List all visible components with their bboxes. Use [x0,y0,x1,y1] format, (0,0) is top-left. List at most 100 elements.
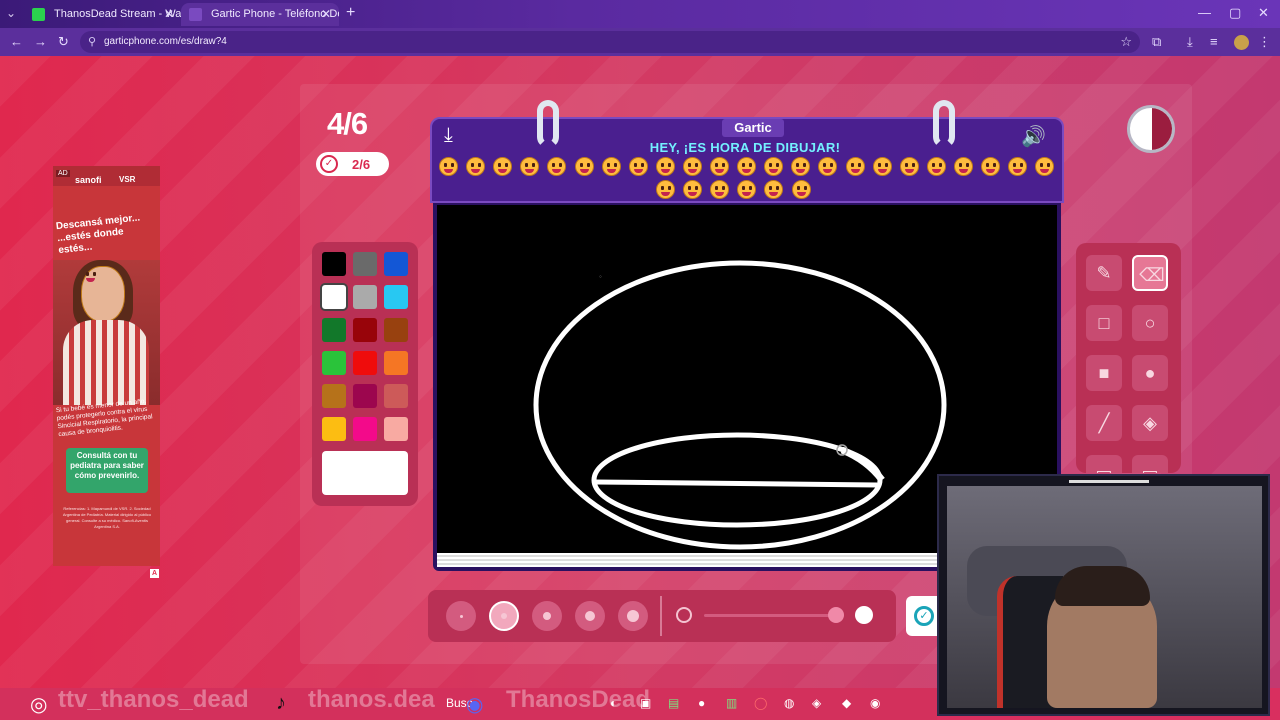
color-swatch[interactable] [322,417,346,441]
player-face-icon [628,157,648,176]
more-tools-tool[interactable]: ▭ [1132,455,1168,473]
color-swatch[interactable] [384,252,408,276]
kick-favicon-icon [32,8,45,21]
ellipse-outline-tool[interactable]: ○ [1132,305,1168,341]
maximize-icon[interactable]: ▢ [1229,5,1241,21]
players-faces-row [437,157,1057,199]
color-swatch[interactable] [322,318,346,342]
brush-size-dot-icon [501,613,507,619]
close-window-icon[interactable]: ✕ [1258,5,1269,21]
excel-taskbar-icon[interactable]: ▤ [668,696,679,710]
color-swatch[interactable] [353,318,377,342]
ad-cta-button[interactable]: Consultá con tu pediatra para saber cómo… [66,448,148,493]
done-button[interactable]: ✓ [906,596,940,636]
url-text[interactable]: garticphone.com/es/draw?4 [104,36,227,47]
player-face-icon [764,157,784,176]
opacity-slider-knob[interactable] [828,607,844,623]
submitted-counter: ✓ 2/6 [316,152,389,176]
brush-settings-bar [428,590,896,642]
more-tools-tool[interactable]: ▭ [1086,455,1122,473]
brush-size-button[interactable] [575,601,605,631]
opacity-slider[interactable] [704,614,844,617]
extensions-icon[interactable]: ⧉ [1152,34,1161,50]
theme-toggle-button[interactable] [1127,105,1175,153]
close-tab-icon[interactable]: ✕ [164,3,174,26]
sound-icon[interactable]: 🔊 [1021,124,1046,149]
tab-thanosdead-stream[interactable]: ThanosDead Stream - Watch Li ✕ [24,3,182,26]
steam-taskbar-icon[interactable]: ◈ [812,696,821,710]
color-swatch[interactable] [322,285,346,309]
reading-list-icon[interactable]: ≡ [1210,34,1218,49]
spreadsheet-taskbar-icon[interactable]: ▥ [726,696,737,710]
sidebar-ad[interactable]: AD sanofi VSR Descansá mejor... ...estés… [53,166,160,566]
brush-size-button[interactable] [618,601,648,631]
tab-search-icon[interactable]: ⌄ [6,6,16,20]
color-swatch[interactable] [384,417,408,441]
color-swatch[interactable] [353,285,377,309]
rectangle-outline-tool[interactable]: □ [1086,305,1122,341]
ellipse-filled-tool[interactable]: ● [1132,355,1168,391]
app-taskbar-icon[interactable]: ◆ [842,696,851,710]
discord-taskbar-icon[interactable]: ◉ [870,696,880,710]
brush-size-dot-icon [585,611,595,621]
site-info-icon[interactable]: ⚲ [88,35,96,48]
tiktok-icon: ♪ [276,692,286,714]
bookmark-star-icon[interactable]: ☆ [1120,34,1132,50]
forward-icon[interactable]: → [34,34,47,49]
player-face-icon [845,157,865,176]
line-tool[interactable]: ╱ [1086,405,1122,441]
opera-taskbar-icon[interactable]: ◯ [754,696,767,710]
color-swatch[interactable] [384,285,408,309]
profile-avatar[interactable] [1234,35,1249,50]
fill-bucket-icon: ◈ [1143,413,1157,433]
app-taskbar-icon[interactable]: ▣ [640,696,651,710]
color-swatch[interactable] [353,417,377,441]
brush-size-button[interactable] [532,601,562,631]
color-swatch[interactable] [353,384,377,408]
webcam-overlay [937,474,1270,716]
more-tools-icon: ▭ [1095,463,1113,473]
address-bar[interactable]: ⚲ garticphone.com/es/draw?4 ☆ [80,31,1140,53]
reload-icon[interactable]: ↻ [58,34,69,50]
pencil-tool[interactable]: ✎ [1086,255,1122,291]
download-drawing-icon[interactable]: ⤓ [444,124,453,147]
color-swatch[interactable] [384,318,408,342]
eraser-tool[interactable]: ⌫ [1132,255,1168,291]
fill-bucket-tool[interactable]: ◈ [1132,405,1168,441]
gartic-logo: Gartic [722,119,784,137]
chrome-taskbar-icon[interactable]: ◐ [610,696,617,710]
color-swatch[interactable] [353,351,377,375]
rectangle-filled-icon: ■ [1098,363,1110,383]
brush-size-dot-icon [543,612,551,620]
bar-divider [660,596,662,636]
color-swatch[interactable] [384,351,408,375]
tab-gartic-phone[interactable]: Gartic Phone - Teléfono Descor ✕ [181,3,339,26]
color-swatch[interactable] [384,384,408,408]
twitch-icon: ◎ [30,694,48,716]
new-tab-icon[interactable]: + [346,4,355,22]
drawn-stroke [840,446,885,483]
app-taskbar-icon[interactable]: ◍ [784,696,794,710]
brush-size-button[interactable] [446,601,476,631]
adchoices-icon[interactable]: A [150,569,159,578]
player-face-icon [466,157,486,176]
rectangle-filled-tool[interactable]: ■ [1086,355,1122,391]
tab-title: ThanosDead Stream - Watch Li [54,8,182,20]
download-icon[interactable]: ⤓ [1187,34,1193,50]
brush-size-button[interactable] [489,601,519,631]
player-face-icon [899,157,919,176]
twitch-handle: ttv_thanos_dead [58,686,249,713]
menu-kebab-icon[interactable]: ⋮ [1258,34,1271,50]
color-swatch[interactable] [322,351,346,375]
minimize-icon[interactable]: — [1198,5,1211,20]
color-swatch[interactable] [353,252,377,276]
tool-panel: ✎ ⌫ □ ○ ■ ● ╱ ◈ ▭ ▭ [1076,243,1181,473]
notebook-ring-icon [537,100,559,148]
back-icon[interactable]: ← [10,34,23,49]
color-swatch[interactable] [322,252,346,276]
color-swatch[interactable] [322,384,346,408]
ellipse-outline-icon: ○ [1144,313,1156,333]
more-tools-icon: ▭ [1141,463,1159,473]
close-tab-icon[interactable]: ✕ [321,3,331,26]
app-taskbar-icon[interactable]: ● [698,696,705,710]
